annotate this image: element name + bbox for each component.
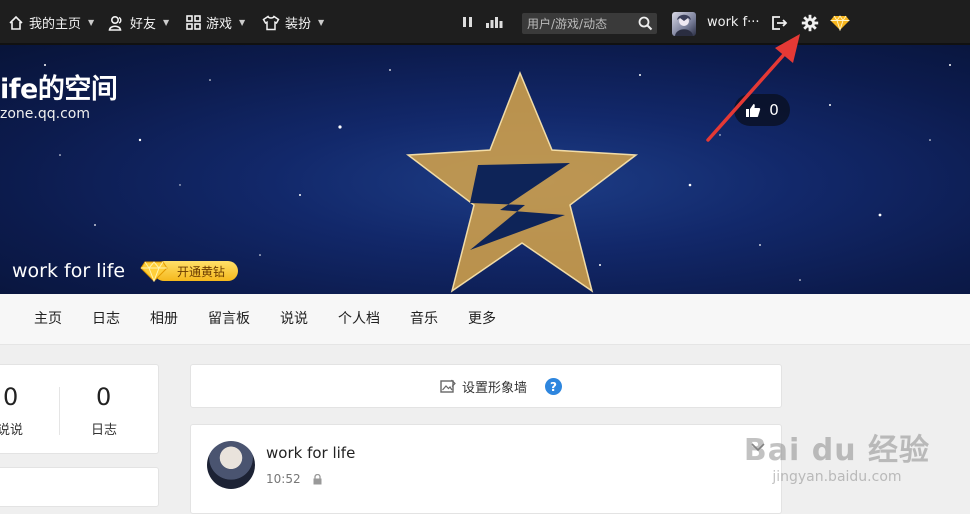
pause-icon[interactable] [462,16,473,28]
search-icon[interactable] [638,16,653,31]
blog-count[interactable]: 0 [96,383,111,411]
username-label[interactable]: work f··· [707,15,760,30]
cover-banner: ife的空间 zone.qq.com 0 work for life 开通黄钻 [0,45,970,294]
chevron-down-icon: ▼ [88,18,95,27]
lock-icon [313,474,322,485]
tab-more[interactable]: 更多 [468,294,496,345]
shuoshuo-count[interactable]: 0 [3,383,18,411]
space-title: ife的空间 [0,74,118,105]
image-edit-icon [440,379,456,394]
baidu-jingyan-watermark: Bai du 经验 jingyan.baidu.com [744,425,930,485]
nav-friends[interactable]: 好友 ▼ [108,0,169,45]
diamond-icon [140,260,168,282]
chevron-down-icon: ▼ [318,18,325,27]
nav-my-home-label: 我的主页 [29,17,82,32]
gear-icon[interactable] [801,14,819,32]
yellow-diamond-icon[interactable] [830,15,850,31]
tab-message-board[interactable]: 留言板 [208,294,250,345]
space-tab-bar: 主页 日志 相册 留言板 说说 个人档 音乐 更多 [0,294,970,345]
search-box [522,13,657,34]
equalizer-icon[interactable] [485,15,503,29]
nav-dressup-label: 装扮 [285,17,312,32]
shuoshuo-label[interactable]: 说说 [0,419,23,438]
shirt-icon [262,14,280,31]
watermark-brand: Bai du 经验 [743,433,930,468]
tab-blog[interactable]: 日志 [92,294,120,345]
nav-friends-label: 好友 [130,17,157,32]
home-icon [8,15,24,31]
friends-icon [108,15,125,31]
post-author-avatar[interactable] [207,441,255,489]
watermark-url: jingyan.baidu.com [772,469,902,485]
nav-games-label: 游戏 [206,17,233,32]
top-navigation-bar: 我的主页 ▼ 好友 ▼ 游戏 ▼ 装扮 ▼ work f··· [0,0,970,45]
tab-profile[interactable]: 个人档 [338,294,380,345]
nav-my-home[interactable]: 我的主页 ▼ [8,0,94,45]
logout-icon[interactable] [771,15,788,31]
like-button[interactable]: 0 [734,94,790,126]
tab-home[interactable]: 主页 [34,294,62,345]
starfield-background [44,64,951,293]
setup-image-wall-label: 设置形象墙 [462,381,528,396]
chevron-down-icon: ▼ [163,18,170,27]
image-wall-card: 设置形象墙 ? [190,364,782,408]
thumbs-up-icon [745,103,761,118]
space-url[interactable]: zone.qq.com [0,106,90,122]
stats-divider [59,387,60,435]
open-vip-button[interactable]: 开通黄钻 [140,259,240,283]
post-author-name[interactable]: work for life [266,444,355,462]
search-input[interactable] [527,15,632,32]
like-count: 0 [769,101,779,119]
post-card: work for life 10:52 [190,424,782,514]
help-icon[interactable]: ? [545,378,562,395]
tab-album[interactable]: 相册 [150,294,178,345]
owner-name: work for life [12,260,126,282]
nav-dressup[interactable]: 装扮 ▼ [262,0,324,45]
setup-image-wall[interactable]: 设置形象墙 [440,377,527,396]
tab-music[interactable]: 音乐 [410,294,438,345]
chevron-down-icon: ▼ [239,18,246,27]
blog-label[interactable]: 日志 [91,419,117,438]
tab-shuoshuo[interactable]: 说说 [280,294,308,345]
post-time: 10:52 [266,472,301,486]
left-card-2 [0,467,159,507]
user-avatar[interactable] [672,12,696,36]
nav-games[interactable]: 游戏 ▼ [186,0,245,45]
stats-card: 0 说说 0 日志 [0,364,159,454]
grid-icon [186,15,201,30]
